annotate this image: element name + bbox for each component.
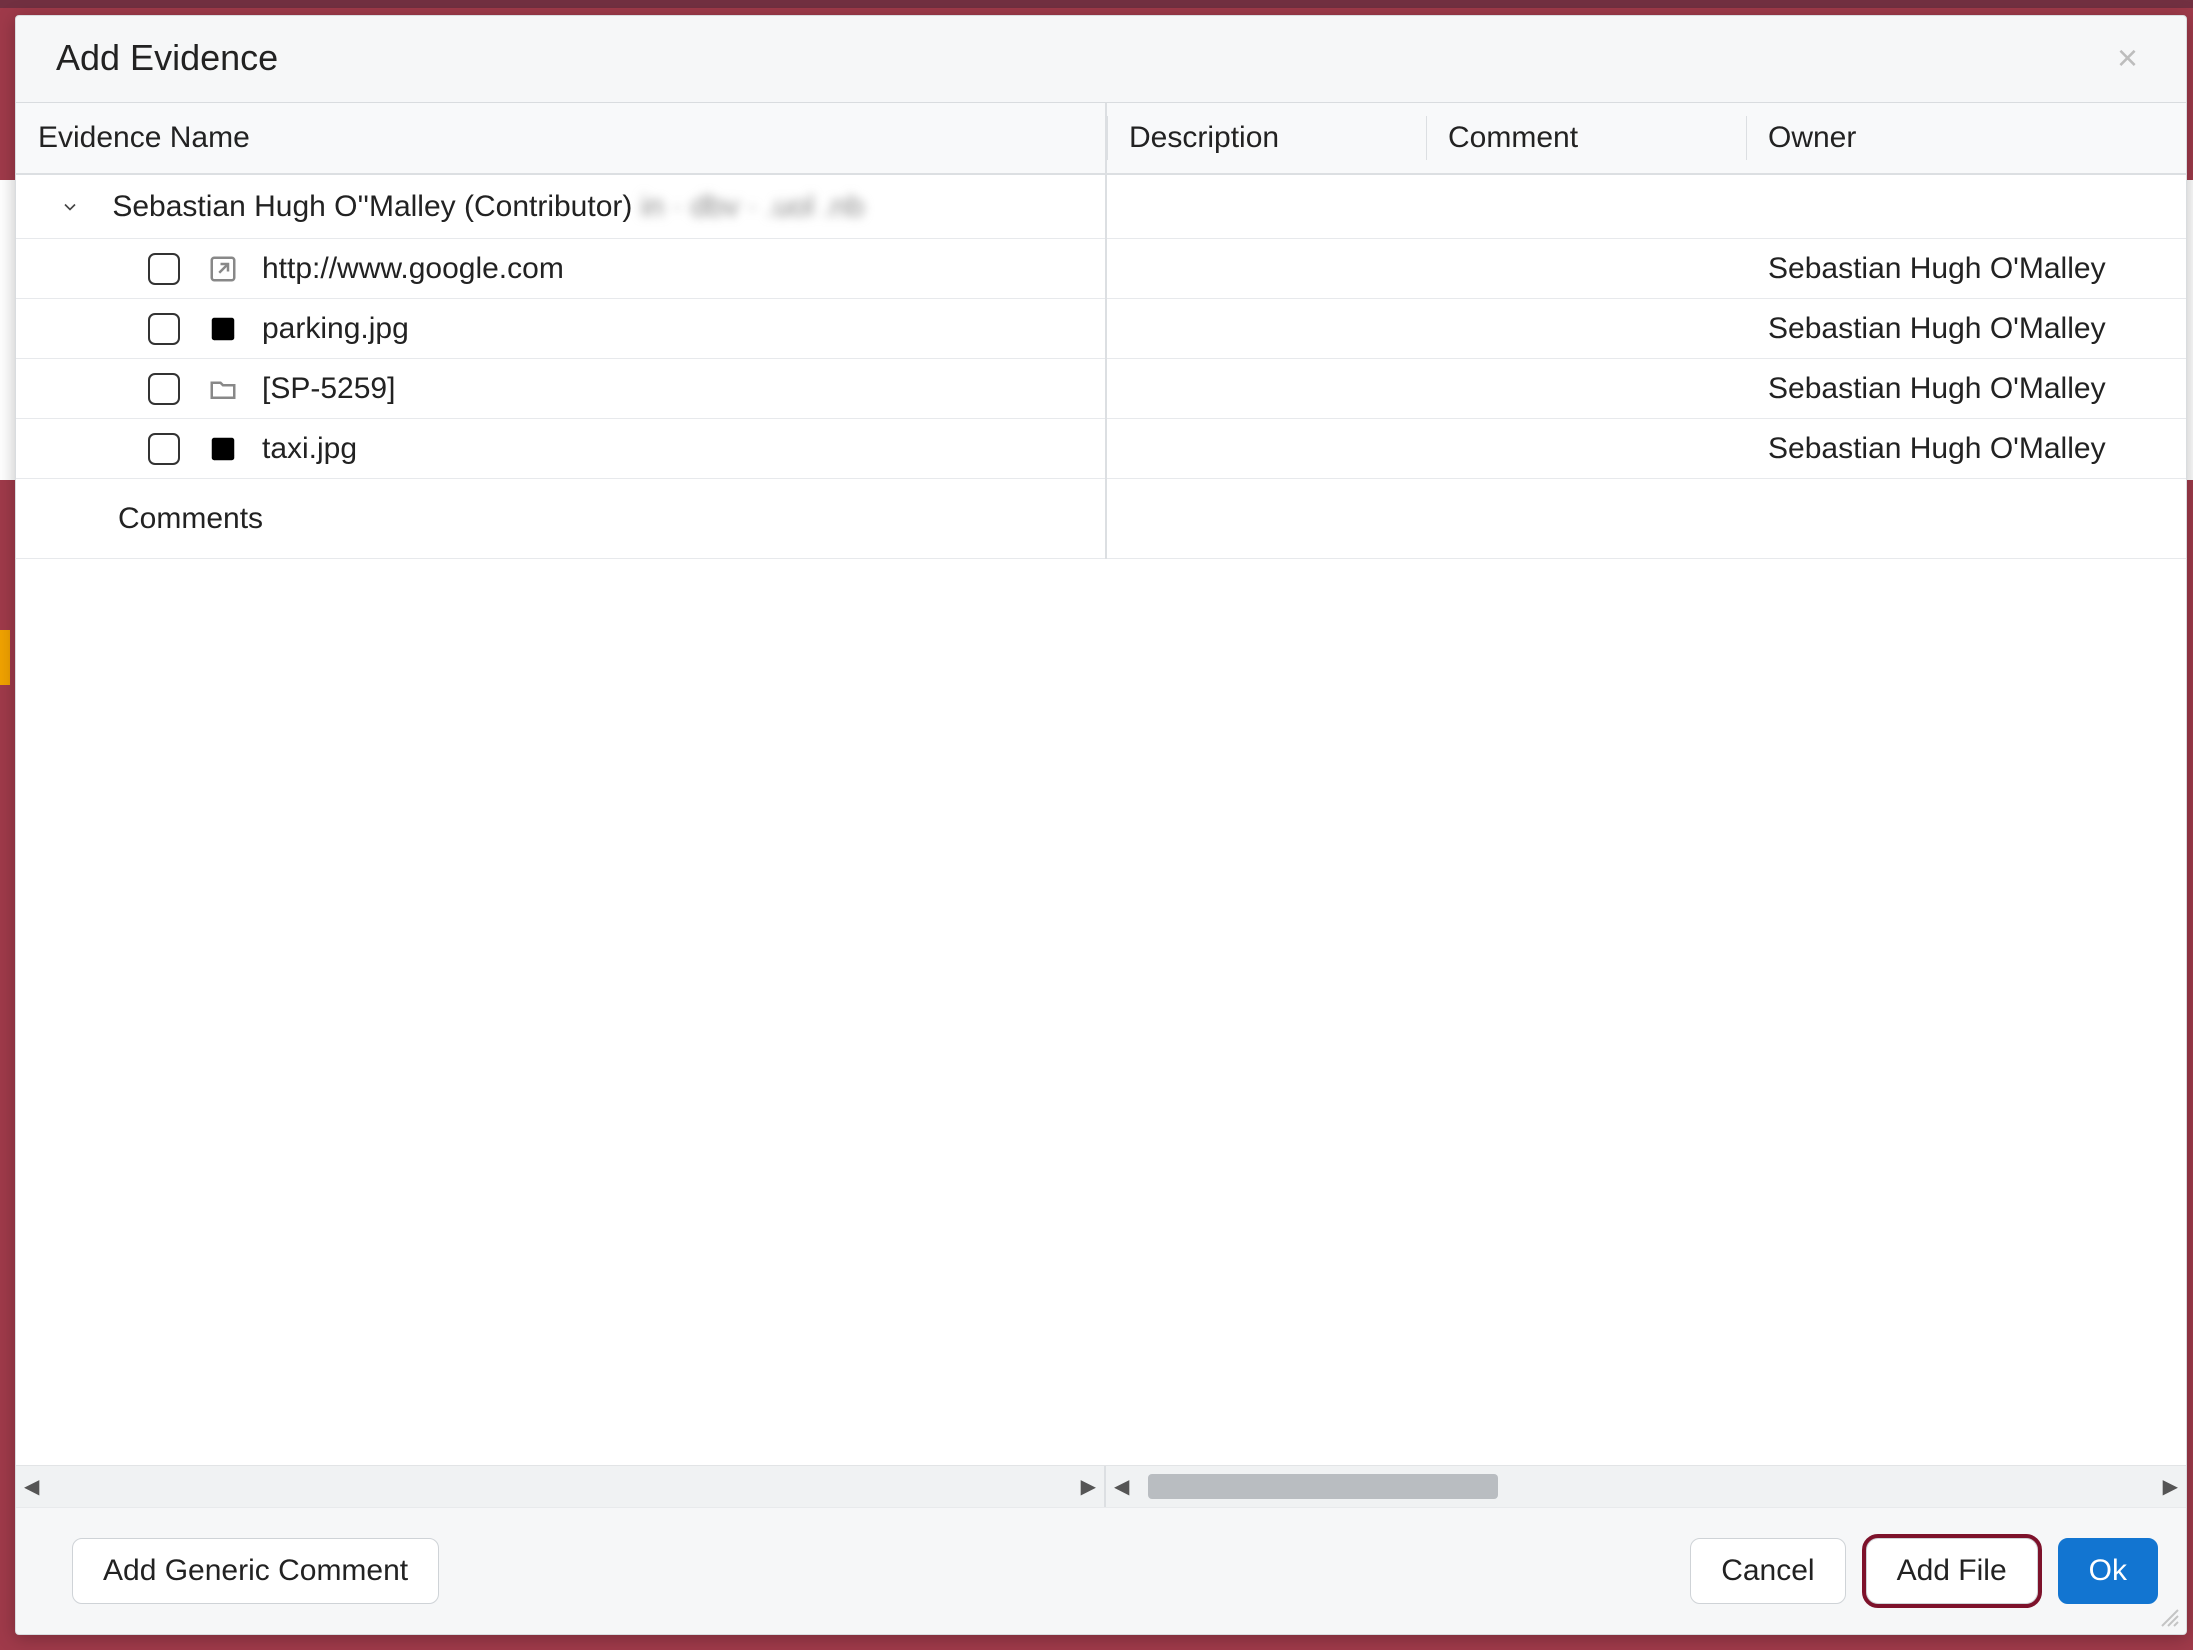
image-icon <box>206 312 240 346</box>
hscroll-name-col[interactable]: ◀ ▶ <box>16 1466 1106 1507</box>
modal-header: Add Evidence × <box>16 16 2186 103</box>
col-header-name[interactable]: Evidence Name <box>16 103 1106 174</box>
link-icon <box>206 252 240 286</box>
cell-comment <box>1426 299 1746 359</box>
image-icon <box>206 432 240 466</box>
table-row[interactable]: http://www.google.com Sebastian Hugh O'Ma… <box>16 239 2186 299</box>
scroll-right-icon[interactable]: ▶ <box>2155 1474 2186 1499</box>
cell-description <box>1106 419 1426 479</box>
ok-button[interactable]: Ok <box>2058 1538 2158 1604</box>
modal-title: Add Evidence <box>56 37 278 79</box>
row-checkbox[interactable] <box>148 313 180 345</box>
cell-owner: Sebastian Hugh O'Malley <box>1746 239 2186 299</box>
scroll-thumb[interactable] <box>1148 1474 1498 1499</box>
folder-icon <box>206 372 240 406</box>
add-generic-comment-button[interactable]: Add Generic Comment <box>72 1538 439 1604</box>
add-evidence-modal: Add Evidence × Evidence Name Description… <box>15 15 2187 1635</box>
row-checkbox[interactable] <box>148 373 180 405</box>
row-checkbox[interactable] <box>148 433 180 465</box>
chevron-down-icon[interactable] <box>56 193 84 221</box>
col-header-owner[interactable]: Owner <box>1746 103 2186 174</box>
row-name: parking.jpg <box>262 312 409 345</box>
cell-comment <box>1426 239 1746 299</box>
evidence-grid: Evidence Name Description Comment Owner … <box>16 103 2186 1507</box>
cell-owner: Sebastian Hugh O'Malley <box>1746 419 2186 479</box>
cell-comment <box>1426 359 1746 419</box>
cell-description <box>1106 359 1426 419</box>
comments-row[interactable]: Comments <box>16 479 2186 559</box>
close-icon[interactable]: × <box>2109 36 2146 80</box>
col-header-comment[interactable]: Comment <box>1426 103 1746 174</box>
row-checkbox[interactable] <box>148 253 180 285</box>
col-header-description[interactable]: Description <box>1106 103 1426 174</box>
table-row[interactable]: parking.jpg Sebastian Hugh O'Malley <box>16 299 2186 359</box>
horizontal-scrollbar-strip: ◀ ▶ ◀ ▶ <box>16 1465 2186 1507</box>
cell-description <box>1106 239 1426 299</box>
evidence-table: Evidence Name Description Comment Owner … <box>16 103 2186 559</box>
cell-owner: Sebastian Hugh O'Malley <box>1746 299 2186 359</box>
scroll-left-icon[interactable]: ◀ <box>16 1474 47 1499</box>
group-label: Sebastian Hugh O''Malley (Contributor) <box>112 190 632 223</box>
row-name: taxi.jpg <box>262 432 357 465</box>
scroll-left-icon[interactable]: ◀ <box>1106 1474 1137 1499</box>
table-row[interactable]: taxi.jpg Sebastian Hugh O'Malley <box>16 419 2186 479</box>
group-suffix-obscured: in · dbv · .uol .nb <box>641 190 864 223</box>
cell-owner: Sebastian Hugh O'Malley <box>1746 359 2186 419</box>
cancel-button[interactable]: Cancel <box>1690 1538 1845 1604</box>
row-name: [SP-5259] <box>262 372 395 405</box>
cell-description <box>1106 299 1426 359</box>
comments-label: Comments <box>118 502 263 535</box>
group-row[interactable]: Sebastian Hugh O''Malley (Contributor) i… <box>16 174 2186 239</box>
cell-comment <box>1426 419 1746 479</box>
resize-grip-icon[interactable] <box>2158 1606 2182 1630</box>
table-row[interactable]: [SP-5259] Sebastian Hugh O'Malley <box>16 359 2186 419</box>
add-file-button[interactable]: Add File <box>1866 1538 2038 1604</box>
scroll-right-icon[interactable]: ▶ <box>1073 1474 1104 1499</box>
modal-footer: Add Generic Comment Cancel Add File Ok <box>16 1507 2186 1634</box>
grid-empty-area <box>16 559 2186 1465</box>
hscroll-detail-cols[interactable]: ◀ ▶ <box>1106 1466 2186 1507</box>
table-header-row: Evidence Name Description Comment Owner <box>16 103 2186 174</box>
row-name: http://www.google.com <box>262 252 564 285</box>
